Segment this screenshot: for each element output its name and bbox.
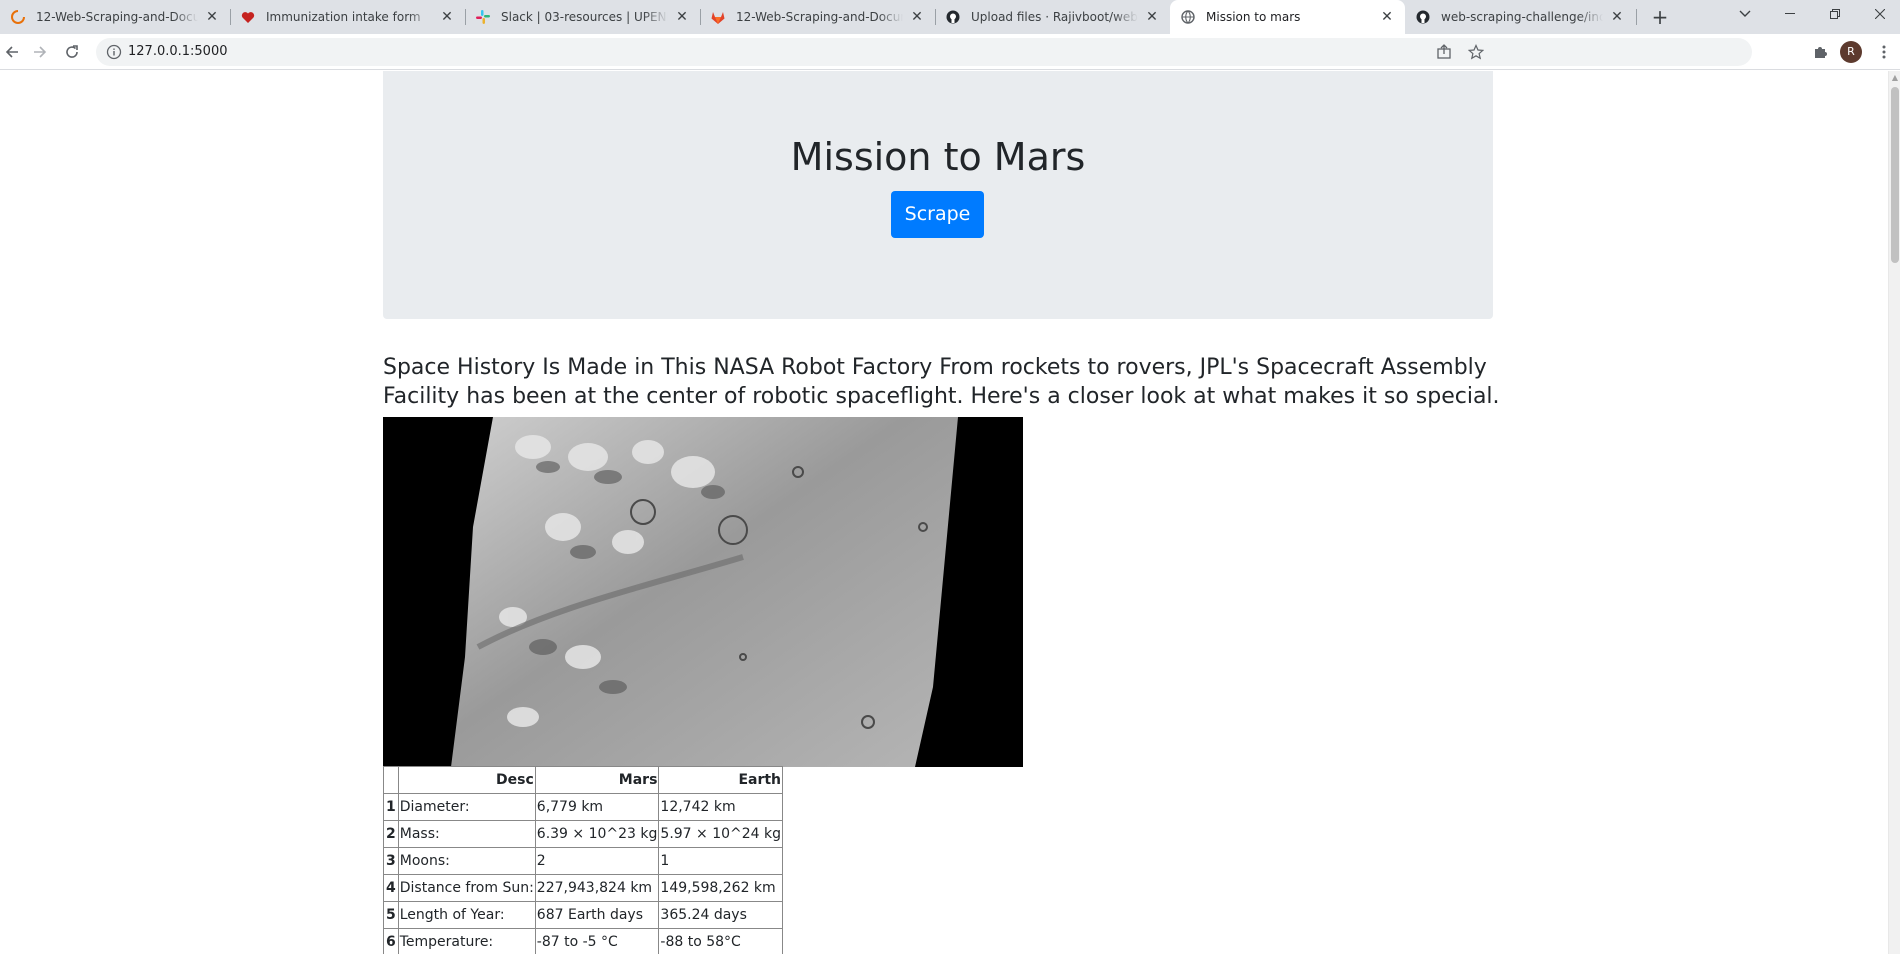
back-arrow-icon[interactable] xyxy=(0,40,24,64)
earth-cell: 1 xyxy=(658,847,784,875)
share-icon[interactable] xyxy=(1436,44,1452,60)
scrape-button[interactable]: Scrape xyxy=(891,191,984,238)
address-bar[interactable]: 127.0.0.1:5000 xyxy=(96,38,1752,66)
desc-cell: Temperature: xyxy=(397,928,536,954)
close-icon[interactable]: ✕ xyxy=(909,9,925,25)
tab-title: Immunization intake form xyxy=(266,10,421,24)
tab-search-chevron-icon[interactable] xyxy=(1725,0,1765,28)
earth-cell: 365.24 days xyxy=(658,901,784,929)
minimize-icon[interactable] xyxy=(1770,0,1810,28)
tab-immunization[interactable]: Immunization intake form ✕ xyxy=(230,0,465,34)
browser-toolbar: 127.0.0.1:5000 R xyxy=(0,34,1900,70)
featured-mars-image xyxy=(383,417,1023,767)
row-index: 4 xyxy=(383,874,399,902)
page-title: Mission to Mars xyxy=(790,135,1086,179)
table-row: 2 Mass: 6.39 × 10^23 kg 5.97 × 10^24 kg xyxy=(383,820,784,848)
scroll-up-arrow-icon[interactable]: ▲ xyxy=(1891,73,1899,83)
close-icon[interactable]: ✕ xyxy=(204,9,220,25)
mars-cell: 227,943,824 km xyxy=(534,874,660,902)
tab-title: Upload files · Rajivboot/web-scra xyxy=(971,10,1138,24)
close-icon[interactable]: ✕ xyxy=(1379,9,1395,25)
earth-cell: -88 to 58°C xyxy=(658,928,784,954)
extensions-puzzle-icon[interactable] xyxy=(1808,40,1832,64)
tab-title: Mission to mars xyxy=(1206,10,1301,24)
earth-cell: 149,598,262 km xyxy=(658,874,784,902)
row-index: 2 xyxy=(383,820,399,848)
reload-icon[interactable] xyxy=(60,40,84,64)
tab-upload-files[interactable]: Upload files · Rajivboot/web-scra ✕ xyxy=(935,0,1170,34)
mars-cell: 2 xyxy=(534,847,660,875)
slack-icon xyxy=(475,9,491,25)
globe-icon xyxy=(1180,9,1196,25)
news-headline: Space History Is Made in This NASA Robot… xyxy=(383,355,1500,409)
table-row: 3 Moons: 2 1 xyxy=(383,847,784,875)
gitlab-icon xyxy=(710,9,726,25)
desc-cell: Diameter: xyxy=(397,793,536,821)
row-index: 3 xyxy=(383,847,399,875)
close-icon[interactable]: ✕ xyxy=(439,9,455,25)
table-header-cell: Earth xyxy=(658,766,784,794)
table-header-cell: Mars xyxy=(534,766,660,794)
table-header-row: Desc Mars Earth xyxy=(383,766,784,794)
tab-web-scraping-1[interactable]: 12-Web-Scraping-and-Document ✕ xyxy=(0,0,230,34)
earth-cell: 5.97 × 10^24 kg xyxy=(658,820,784,848)
desc-cell: Moons: xyxy=(397,847,536,875)
close-icon[interactable]: ✕ xyxy=(1609,9,1625,25)
earth-cell: 12,742 km xyxy=(658,793,784,821)
scrollbar-thumb[interactable] xyxy=(1891,87,1899,263)
browser-window: 12-Web-Scraping-and-Document ✕ Immunizat… xyxy=(0,0,1900,954)
mars-cell: -87 to -5 °C xyxy=(534,928,660,954)
close-icon[interactable]: ✕ xyxy=(1144,9,1160,25)
mars-cell: 687 Earth days xyxy=(534,901,660,929)
tab-github-index[interactable]: web-scraping-challenge/index.h ✕ xyxy=(1405,0,1635,34)
new-tab-plus-icon[interactable]: + xyxy=(1648,5,1672,29)
page-viewport: Mission to Mars Scrape Space History Is … xyxy=(0,71,1888,954)
loading-spinner-icon xyxy=(10,9,26,25)
table-header-cell: Desc xyxy=(397,766,536,794)
desc-cell: Mass: xyxy=(397,820,536,848)
info-icon[interactable] xyxy=(106,44,122,60)
jumbotron-header: Mission to Mars Scrape xyxy=(383,71,1493,319)
profile-avatar[interactable]: R xyxy=(1840,41,1862,63)
tab-gitlab[interactable]: 12-Web-Scraping-and-Document ✕ xyxy=(700,0,935,34)
desc-cell: Distance from Sun: xyxy=(397,874,536,902)
close-icon[interactable]: ✕ xyxy=(674,9,690,25)
table-row: 6 Temperature: -87 to -5 °C -88 to 58°C xyxy=(383,928,784,954)
close-window-icon[interactable] xyxy=(1860,0,1900,28)
row-index: 5 xyxy=(383,901,399,929)
tab-title: 12-Web-Scraping-and-Document xyxy=(736,10,903,24)
forward-arrow-icon[interactable] xyxy=(28,40,52,64)
tab-strip: 12-Web-Scraping-and-Document ✕ Immunizat… xyxy=(0,0,1900,34)
table-row: 1 Diameter: 6,779 km 12,742 km xyxy=(383,793,784,821)
tab-mission-to-mars[interactable]: Mission to mars ✕ xyxy=(1170,0,1405,34)
mars-cell: 6,779 km xyxy=(534,793,660,821)
row-index: 6 xyxy=(383,928,399,954)
menu-kebab-icon[interactable] xyxy=(1872,40,1896,64)
mars-facts-table: Desc Mars Earth 1 Diameter: 6,779 km 12,… xyxy=(383,766,784,954)
restore-icon[interactable] xyxy=(1815,0,1855,28)
github-icon xyxy=(945,9,961,25)
tab-title: 12-Web-Scraping-and-Document xyxy=(36,10,198,24)
mars-cell: 6.39 × 10^23 kg xyxy=(534,820,660,848)
github-icon xyxy=(1415,9,1431,25)
row-index: 1 xyxy=(383,793,399,821)
table-row: 4 Distance from Sun: 227,943,824 km 149,… xyxy=(383,874,784,902)
tab-title: web-scraping-challenge/index.h xyxy=(1441,10,1603,24)
tab-title: Slack | 03-resources | UPENN-PHL xyxy=(501,10,668,24)
tab-slack[interactable]: Slack | 03-resources | UPENN-PHL ✕ xyxy=(465,0,700,34)
table-row: 5 Length of Year: 687 Earth days 365.24 … xyxy=(383,901,784,929)
url-text[interactable]: 127.0.0.1:5000 xyxy=(128,44,228,59)
table-header-cell xyxy=(383,766,399,794)
heart-icon xyxy=(240,9,256,25)
bookmark-star-icon[interactable] xyxy=(1467,44,1485,60)
page-scrollbar[interactable]: ▲ xyxy=(1888,71,1900,954)
desc-cell: Length of Year: xyxy=(397,901,536,929)
